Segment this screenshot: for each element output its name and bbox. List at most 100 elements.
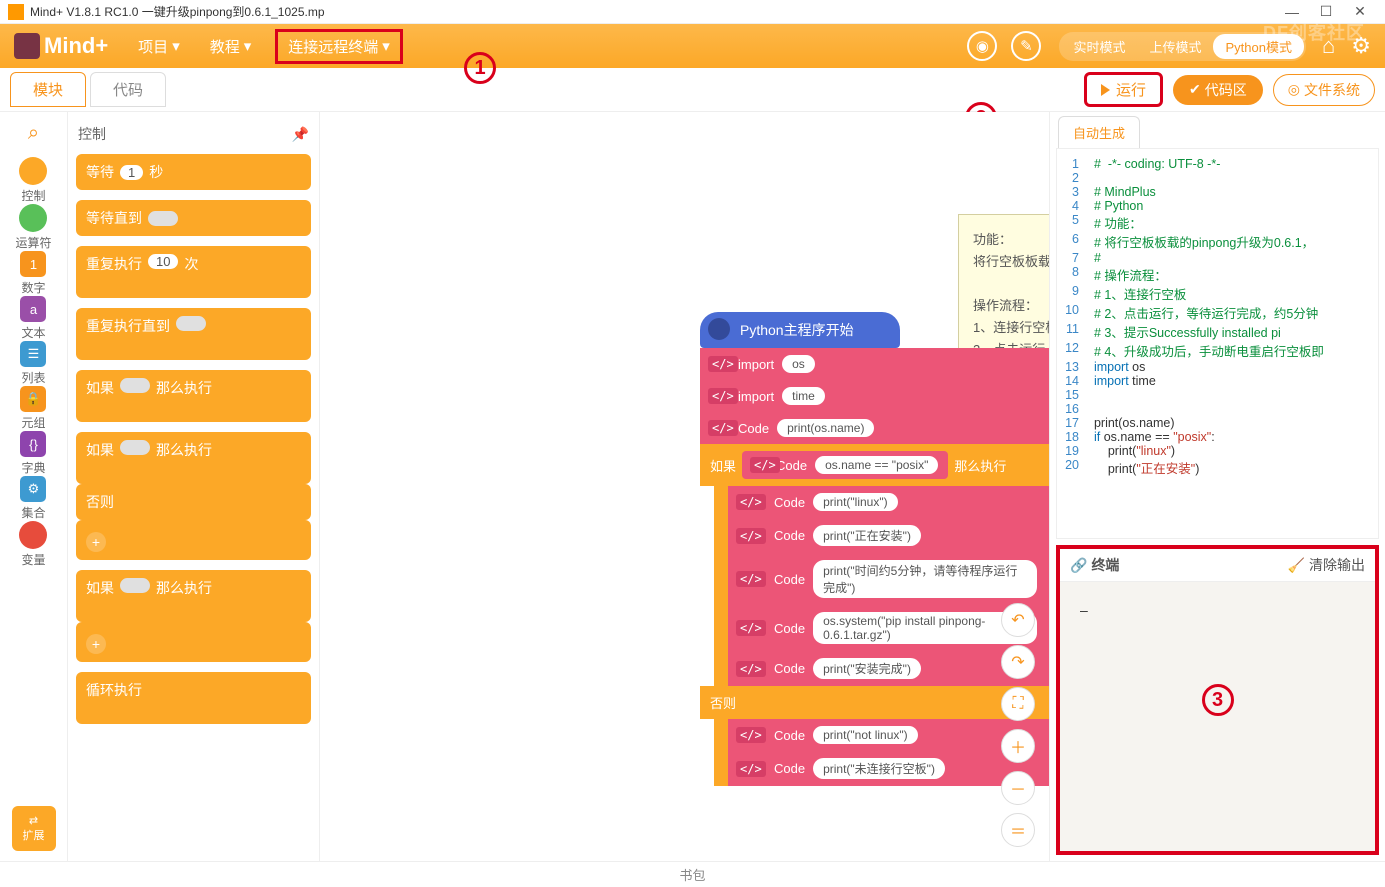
link-icon: 🔗 (1070, 557, 1087, 574)
category-运算符[interactable]: 运算符 (15, 204, 51, 251)
code-line: 19 print("linux") (1057, 444, 1378, 458)
code-block[interactable]: Codeprint("not linux") (714, 719, 1049, 751)
category-元组[interactable]: 🔒元组 (15, 386, 51, 431)
palette-block[interactable]: 重复执行10次 (76, 246, 311, 298)
home-icon[interactable]: ⌂ (1322, 33, 1335, 59)
terminal-output: – 3 (1060, 582, 1375, 851)
script-stack[interactable]: Python主程序开始 importosimporttimeCodeprint(… (700, 312, 1049, 786)
else-block[interactable]: 否则 (700, 686, 1049, 719)
broom-icon: 🧹 (1288, 557, 1305, 574)
reset-zoom-icon[interactable]: ＝ (1001, 813, 1035, 847)
dashboard-icon[interactable]: ◉ (967, 31, 997, 61)
canvas[interactable]: ✕ 功能：将行空板板载的pinpong升级为0.6.1，无需联网 操作流程：1、… (320, 112, 1049, 861)
zoom-in-icon[interactable]: ＋ (1001, 729, 1035, 763)
palette-block[interactable]: 循环执行 (76, 672, 311, 724)
mode-upload[interactable]: 上传模式 (1137, 34, 1213, 59)
clear-output-button[interactable]: 🧹清除输出 (1288, 555, 1365, 575)
menu-project[interactable]: 项目 ▾ (132, 32, 186, 61)
palette-block[interactable]: 等待直到 (76, 200, 311, 236)
code-block[interactable]: importos (700, 348, 1049, 380)
code-block[interactable]: Codeprint("时间约5分钟，请等待程序运行完成") (714, 553, 1049, 605)
code-block[interactable]: Codeos.system("pip install pinpong-0.6.1… (714, 605, 1049, 651)
category-数字[interactable]: 1数字 (15, 251, 51, 296)
category-控制[interactable]: 控制 (15, 157, 51, 204)
redo-icon[interactable]: ↷ (1001, 645, 1035, 679)
mode-switch: 实时模式 上传模式 Python模式 (1059, 32, 1306, 61)
logo: Mind+ (14, 33, 108, 59)
code-line: 1 # -*- coding: UTF-8 -*- (1057, 157, 1378, 171)
search-icon[interactable]: ⌕ (28, 122, 39, 145)
code-block[interactable]: Codeprint("未连接行空板") (714, 751, 1049, 786)
code-line: 3 # MindPlus (1057, 185, 1378, 199)
fit-icon[interactable]: ⛶ (1001, 687, 1035, 721)
palette-block[interactable]: 等待1秒 (76, 154, 311, 190)
terminal-panel: 🔗终端 🧹清除输出 – 3 (1056, 545, 1379, 855)
code-line: 9 # 1、连接行空板 (1057, 284, 1378, 303)
if-block[interactable]: 如果Codeos.name == "posix"那么执行 (700, 444, 1049, 486)
palette-block[interactable]: 如果那么执行 (76, 370, 311, 422)
code-view: 1 # -*- coding: UTF-8 -*-2 3 # MindPlus4… (1056, 148, 1379, 539)
app-icon (8, 4, 24, 20)
code-line: 5 # 功能： (1057, 213, 1378, 232)
terminal-title: 🔗终端 (1070, 555, 1119, 575)
code-line: 14 import time (1057, 374, 1378, 388)
undo-icon[interactable]: ↶ (1001, 603, 1035, 637)
settings-icon[interactable]: ⚙ (1351, 33, 1371, 59)
titlebar: Mind+ V1.8.1 RC1.0 一键升级pinpong到0.6.1_102… (0, 0, 1385, 24)
callout-3: 3 (1202, 684, 1234, 716)
tab-code[interactable]: 代码 (90, 72, 166, 107)
code-line: 18 if os.name == "posix": (1057, 430, 1378, 444)
window-title: Mind+ V1.8.1 RC1.0 一键升级pinpong到0.6.1_102… (30, 3, 1275, 20)
code-block[interactable]: Codeprint("linux") (714, 486, 1049, 518)
run-button[interactable]: 运行 (1084, 72, 1163, 107)
filesystem-button[interactable]: ◎ 文件系统 (1273, 74, 1375, 106)
palette-block[interactable]: 重复执行直到 (76, 308, 311, 360)
code-line: 10 # 2、点击运行，等待运行完成，约5分钟 (1057, 303, 1378, 322)
code-line: 16 (1057, 402, 1378, 416)
play-icon (1101, 84, 1110, 96)
hat-block[interactable]: Python主程序开始 (700, 312, 900, 348)
edit-icon[interactable]: ✎ (1011, 31, 1041, 61)
menu-tutorial[interactable]: 教程 ▾ (204, 32, 258, 61)
code-line: 17 print(os.name) (1057, 416, 1378, 430)
footer[interactable]: 书包 (0, 861, 1385, 887)
callout-1: 1 (464, 52, 496, 84)
pin-icon[interactable]: 📌 (292, 126, 309, 143)
code-block[interactable]: importtime (700, 380, 1049, 412)
maximize-button[interactable]: ☐ (1309, 3, 1343, 20)
code-line: 7 # (1057, 251, 1378, 265)
tab-blocks[interactable]: 模块 (10, 72, 86, 107)
palette-block[interactable]: 如果那么执行 (76, 432, 311, 484)
palette-title: 控制 (78, 124, 106, 144)
category-变量[interactable]: 变量 (15, 521, 51, 568)
menubar: Mind+ 项目 ▾ 教程 ▾ 连接远程终端 ▾ ◉ ✎ 实时模式 上传模式 P… (0, 24, 1385, 68)
close-button[interactable]: ✕ (1343, 3, 1377, 20)
mode-python[interactable]: Python模式 (1213, 34, 1303, 59)
block-palette: 控制📌 等待1秒等待直到重复执行10次重复执行直到如果那么执行如果那么执行否则+… (68, 112, 320, 861)
palette-block[interactable]: 如果那么执行 (76, 570, 311, 622)
code-line: 6 # 将行空板板载的pinpong升级为0.6.1， (1057, 232, 1378, 251)
code-line: 4 # Python (1057, 199, 1378, 213)
zoom-out-icon[interactable]: － (1001, 771, 1035, 805)
codezone-button[interactable]: ✔ 代码区 (1173, 75, 1263, 105)
mode-realtime[interactable]: 实时模式 (1061, 34, 1137, 59)
code-tab-autogen[interactable]: 自动生成 (1058, 116, 1140, 148)
extensions-button[interactable]: ⇄扩展 (12, 806, 56, 851)
code-line: 13 import os (1057, 360, 1378, 374)
category-字典[interactable]: {}字典 (15, 431, 51, 476)
toolbar: 模块 代码 运行 ✔ 代码区 ◎ 文件系统 (0, 68, 1385, 112)
category-文本[interactable]: a文本 (15, 296, 51, 341)
code-block[interactable]: Codeprint("安装完成") (714, 651, 1049, 686)
category-列表[interactable]: ☰列表 (15, 341, 51, 386)
main: ⌕ 控制运算符1数字a文本☰列表🔒元组{}字典⚙集合变量 ⇄扩展 控制📌 等待1… (0, 112, 1385, 861)
code-line: 20 print("正在安装") (1057, 458, 1378, 477)
category-集合[interactable]: ⚙集合 (15, 476, 51, 521)
code-line: 12 # 4、升级成功后，手动断电重启行空板即 (1057, 341, 1378, 360)
menu-connect-remote[interactable]: 连接远程终端 ▾ (275, 29, 403, 64)
code-line: 15 (1057, 388, 1378, 402)
category-nav: ⌕ 控制运算符1数字a文本☰列表🔒元组{}字典⚙集合变量 ⇄扩展 (0, 112, 68, 861)
code-block[interactable]: Codeprint(os.name) (700, 412, 1049, 444)
canvas-controls: ↶ ↷ ⛶ ＋ － ＝ (1001, 603, 1035, 847)
minimize-button[interactable]: — (1275, 4, 1309, 20)
code-block[interactable]: Codeprint("正在安装") (714, 518, 1049, 553)
